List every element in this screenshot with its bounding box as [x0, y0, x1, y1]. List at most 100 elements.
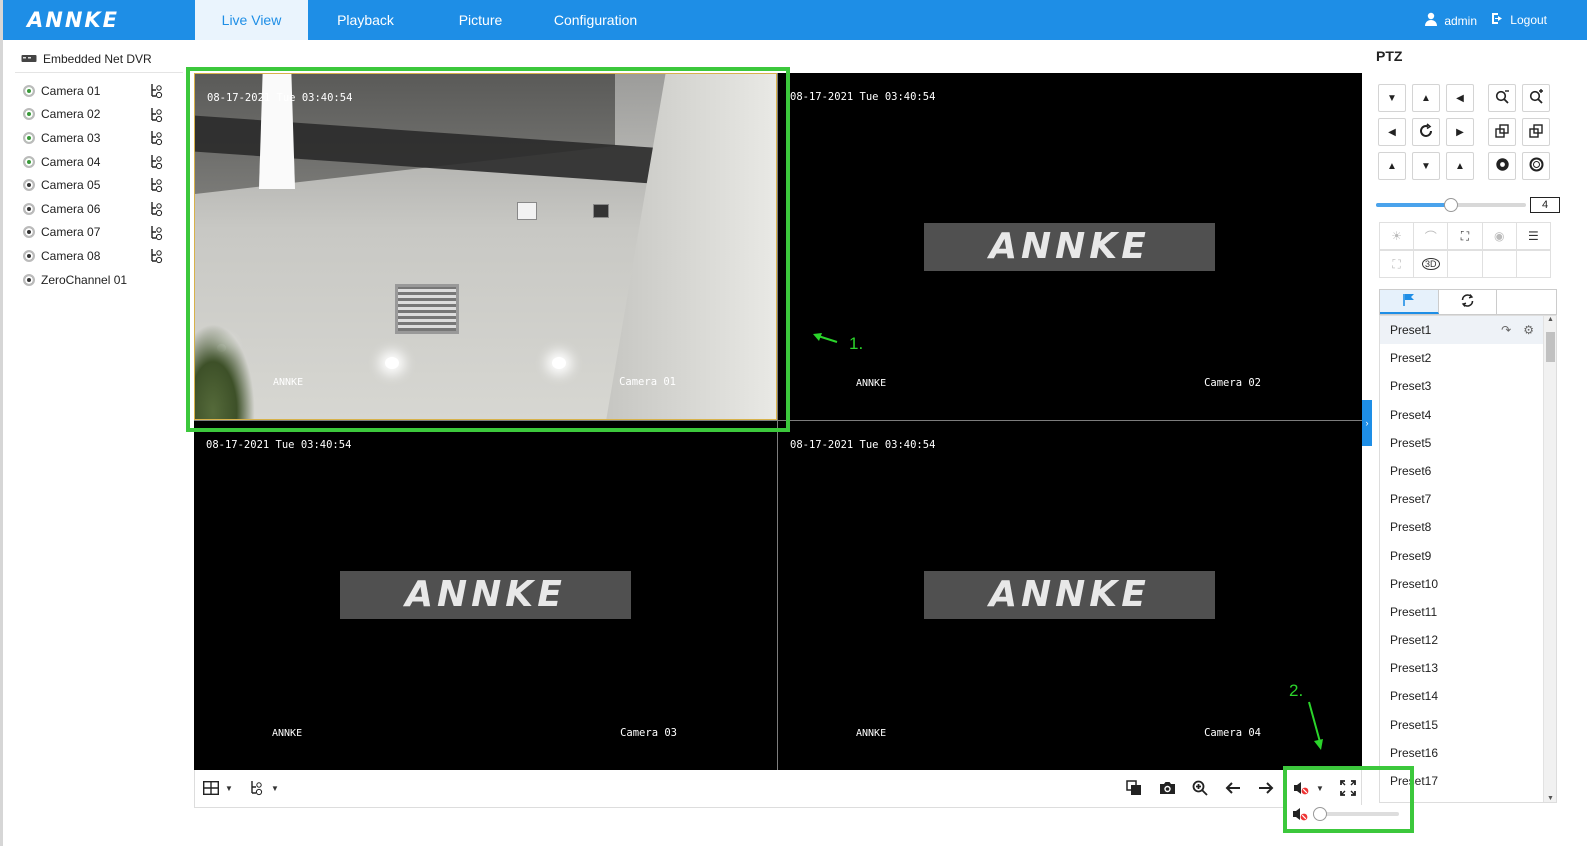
video-tile-2[interactable]: ANNKE 08-17-2021 Tue 03:40:54 ANNKE Came…	[778, 73, 1361, 420]
camera-item-05[interactable]: Camera 05	[23, 173, 173, 197]
preset-item[interactable]: Preset12	[1380, 626, 1556, 654]
preset-item[interactable]: Preset11	[1380, 598, 1556, 626]
preset-item[interactable]: Preset3	[1380, 372, 1556, 400]
device-tree-root-label: Embedded Net DVR	[43, 52, 152, 66]
more-menu-button[interactable]: ☰	[1517, 223, 1550, 249]
ptz-down-right-button[interactable]: ▲	[1446, 152, 1474, 180]
gear-icon[interactable]: ⚙	[1523, 316, 1534, 344]
tab-presets[interactable]	[1380, 290, 1439, 314]
ptz-up-left-button[interactable]: ▼	[1378, 84, 1406, 112]
preset-item[interactable]: Preset14	[1380, 682, 1556, 710]
video-tile-4[interactable]: ANNKE 08-17-2021 Tue 03:40:54 ANNKE Came…	[778, 421, 1361, 770]
camera-item-06[interactable]: Camera 06	[23, 197, 173, 221]
preset-item[interactable]: Preset1 ↷ ⚙	[1380, 316, 1556, 345]
iris-close-button[interactable]	[1522, 152, 1550, 180]
tab-live-view[interactable]: Live View	[195, 0, 308, 40]
stream-select-icon[interactable]	[149, 130, 165, 149]
camera-status-icon	[23, 226, 35, 239]
wiper-button[interactable]: ⌒	[1414, 223, 1449, 249]
stream-select-icon[interactable]	[149, 107, 165, 126]
stream-type-button[interactable]	[247, 779, 267, 799]
zoom-out-button[interactable]	[1488, 84, 1516, 112]
focus-far-icon	[1529, 123, 1543, 141]
stop-all-button[interactable]	[1124, 779, 1144, 799]
camera-item-08[interactable]: Camera 08	[23, 244, 173, 268]
preset-item[interactable]: Preset15	[1380, 711, 1556, 739]
patrol-cycle-icon	[1460, 293, 1475, 311]
preset-label: Preset1	[1390, 323, 1432, 337]
osd-camera-name: Camera 04	[1204, 727, 1261, 739]
scroll-up-icon[interactable]: ▲	[1547, 316, 1554, 323]
camera-item-zerochannel[interactable]: ZeroChannel 01	[23, 268, 173, 292]
preset-item[interactable]: Preset9	[1380, 542, 1556, 570]
ptz-speed-slider[interactable]	[1376, 198, 1526, 212]
ptz-down-button[interactable]: ▼	[1412, 152, 1440, 180]
zoom-in-button[interactable]	[1522, 84, 1550, 112]
ptz-right-button[interactable]: ▶	[1446, 118, 1474, 146]
focus-near-button[interactable]	[1488, 118, 1516, 146]
stream-select-icon[interactable]	[149, 177, 165, 196]
collapse-ptz-panel-button[interactable]: ›	[1362, 400, 1372, 446]
annke-logo: ANNKE	[27, 8, 120, 32]
preset-item[interactable]: Preset8	[1380, 513, 1556, 541]
tab-picture[interactable]: Picture	[423, 0, 538, 40]
preset-item[interactable]: Preset4	[1380, 401, 1556, 429]
stream-select-icon[interactable]	[149, 248, 165, 267]
ptz-down-left-button[interactable]: ▲	[1378, 152, 1406, 180]
ptz-left-button[interactable]: ◀	[1378, 118, 1406, 146]
ptz-up-right-button[interactable]: ◀	[1446, 84, 1474, 112]
tab-configuration[interactable]: Configuration	[538, 0, 653, 40]
device-tree-root[interactable]: Embedded Net DVR	[21, 52, 152, 66]
scroll-down-icon[interactable]: ▼	[1547, 795, 1554, 802]
camera-item-07[interactable]: Camera 07	[23, 221, 173, 245]
manual-tracking-button[interactable]: ⛶	[1380, 251, 1415, 277]
preset-item[interactable]: Preset10	[1380, 570, 1556, 598]
stream-select-icon[interactable]	[149, 201, 165, 220]
preset-item[interactable]: Preset2	[1380, 344, 1556, 372]
preset-item[interactable]: Preset16	[1380, 739, 1556, 767]
video-tile-3[interactable]: ANNKE 08-17-2021 Tue 03:40:54 ANNKE Came…	[194, 421, 777, 770]
3d-positioning-button[interactable]: 3D	[1414, 251, 1449, 277]
previous-page-button[interactable]	[1223, 779, 1243, 799]
focus-far-button[interactable]	[1522, 118, 1550, 146]
preset-scrollbar[interactable]: ▲ ▼	[1543, 316, 1556, 802]
stream-select-icon[interactable]	[149, 83, 165, 102]
chevron-right-icon: ›	[1365, 418, 1369, 428]
call-preset-icon[interactable]: ↷	[1501, 316, 1511, 344]
annotation-box-audio	[1283, 766, 1414, 833]
preset-label: Preset7	[1390, 492, 1432, 507]
preset-item[interactable]: Preset5	[1380, 429, 1556, 457]
preset-item[interactable]: Preset13	[1380, 654, 1556, 682]
layout-dropdown-caret-icon[interactable]: ▼	[225, 784, 233, 793]
osd-timestamp: 08-17-2021 Tue 03:40:54	[790, 91, 936, 103]
light-button[interactable]: ☀	[1380, 223, 1415, 249]
next-page-button[interactable]	[1256, 779, 1276, 799]
stream-dropdown-caret-icon[interactable]: ▼	[271, 784, 279, 793]
logout-button[interactable]: Logout	[1491, 12, 1547, 28]
window-layout-button[interactable]	[201, 779, 221, 799]
auto-focus-button[interactable]: ⛶	[1448, 223, 1483, 249]
preset-item[interactable]: Preset7	[1380, 485, 1556, 513]
digital-zoom-button[interactable]	[1190, 779, 1210, 799]
lens-init-button[interactable]: ◉	[1483, 223, 1517, 249]
tab-patrol[interactable]	[1438, 290, 1498, 314]
capture-button[interactable]	[1157, 779, 1177, 799]
stream-select-icon[interactable]	[149, 225, 165, 244]
preset-label: Preset16	[1390, 745, 1439, 760]
camera-item-03[interactable]: Camera 03	[23, 126, 173, 150]
ptz-up-button[interactable]: ▲	[1412, 84, 1440, 112]
focus-near-icon	[1495, 123, 1509, 141]
preset-item[interactable]: Preset6	[1380, 457, 1556, 485]
preset-scroll-thumb[interactable]	[1546, 332, 1555, 362]
tab-playback[interactable]: Playback	[308, 0, 423, 40]
camera-item-01[interactable]: Camera 01	[23, 79, 173, 103]
ptz-speed-handle[interactable]	[1444, 198, 1458, 212]
iris-open-button[interactable]	[1488, 152, 1516, 180]
user-menu[interactable]: admin	[1424, 12, 1477, 29]
ptz-speed-value: 4	[1530, 197, 1560, 213]
no-video-logo: ANNKE	[924, 571, 1215, 619]
camera-item-04[interactable]: Camera 04	[23, 150, 173, 174]
stream-select-icon[interactable]	[149, 154, 165, 173]
camera-item-02[interactable]: Camera 02	[23, 103, 173, 127]
ptz-auto-button[interactable]	[1412, 118, 1440, 146]
